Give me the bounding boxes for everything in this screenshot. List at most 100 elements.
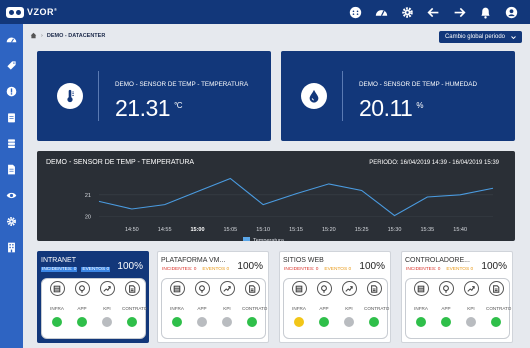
status-dot	[369, 317, 379, 327]
module-label: KPI	[103, 306, 111, 311]
incidents-count[interactable]: INCIDENTES: 0	[41, 267, 78, 272]
module-kpi[interactable]: KPI	[217, 281, 237, 327]
back-arrow-icon[interactable]	[420, 0, 446, 24]
service-percentage: 100%	[237, 261, 263, 272]
status-dot	[77, 317, 87, 327]
service-counts: INCIDENTES: 0 EVENTOS 0	[161, 267, 230, 272]
tag-icon[interactable]	[0, 52, 23, 78]
status-dot	[102, 317, 112, 327]
speedometer-icon[interactable]	[0, 26, 23, 52]
service-name: PLATAFORMA VM...	[161, 257, 226, 264]
x-tick-label: 14:50	[125, 227, 139, 233]
modules-panel: INFRA APP KPI CONTRATO	[161, 278, 267, 339]
module-infra[interactable]: INFRA	[47, 281, 67, 327]
legend-label[interactable]: Temperatura	[253, 238, 285, 241]
temperature-chart-panel: DEMO - SENSOR DE TEMP - TEMPERATURA PERI…	[37, 151, 515, 241]
events-count[interactable]: EVENTOS 0	[445, 267, 474, 272]
eye-icon[interactable]	[0, 182, 23, 208]
bell-icon[interactable]	[472, 0, 498, 24]
service-card[interactable]: PLATAFORMA VM... 100% INCIDENTES: 0 EVEN…	[157, 251, 269, 343]
service-card[interactable]: CONTROLADORE... 100% INCIDENTES: 0 EVENT…	[401, 251, 513, 343]
gear-icon[interactable]	[0, 208, 23, 234]
status-dot	[127, 317, 137, 327]
forward-arrow-icon[interactable]	[446, 0, 472, 24]
temperature-line-chart[interactable]: 20 21 14:50 14:55 15:00 15:05 15:10 15:15 15:20 1…	[37, 151, 515, 241]
status-dot	[172, 317, 182, 327]
gear-icon[interactable]	[394, 0, 420, 24]
module-kpi[interactable]: KPI	[339, 281, 359, 327]
service-name: SITIOS WEB	[283, 257, 324, 264]
module-label: APP	[197, 306, 207, 311]
modules-panel: INFRA APP KPI CONTRATO	[405, 278, 511, 339]
service-card[interactable]: SITIOS WEB 100% INCIDENTES: 0 EVENTOS 0 …	[279, 251, 391, 343]
module-app[interactable]: APP	[72, 281, 92, 327]
module-label: INFRA	[414, 306, 428, 311]
module-app[interactable]: APP	[192, 281, 212, 327]
module-app[interactable]: APP	[314, 281, 334, 327]
events-count[interactable]: EVENTOS 0	[81, 267, 111, 272]
alert-icon[interactable]	[0, 78, 23, 104]
database-icon[interactable]	[0, 130, 23, 156]
breadcrumb: › DEMO - DATACENTER	[30, 32, 105, 39]
module-label: INFRA	[292, 306, 306, 311]
y-tick-label: 21	[85, 193, 91, 199]
x-tick-label: 15:40	[453, 227, 467, 233]
incidents-count[interactable]: INCIDENTES: 0	[283, 267, 319, 272]
kpi-value: 21.31 °C	[115, 95, 183, 121]
x-tick-label: 15:35	[420, 227, 434, 233]
brand-name: VZOR®	[27, 7, 58, 17]
water-drop-icon	[301, 83, 327, 109]
events-count[interactable]: EVENTOS 0	[201, 267, 230, 272]
building-icon[interactable]	[0, 234, 23, 260]
module-label: INFRA	[170, 306, 184, 311]
module-kpi[interactable]: KPI	[97, 281, 117, 327]
bulb-icon	[74, 281, 90, 296]
home-icon[interactable]	[30, 32, 37, 39]
status-dot	[294, 317, 304, 327]
thermometer-icon	[57, 83, 83, 109]
service-counts: INCIDENTES: 0 EVENTOS 0	[405, 267, 474, 272]
global-period-button[interactable]: Cambio global periodo	[438, 31, 522, 43]
module-infra[interactable]: INFRA	[289, 281, 309, 327]
module-app[interactable]: APP	[436, 281, 456, 327]
x-tick-label: 15:25	[355, 227, 369, 233]
server-icon	[291, 281, 307, 296]
user-icon[interactable]	[498, 0, 524, 24]
status-dot	[52, 317, 62, 327]
service-counts: INCIDENTES: 0 EVENTOS 0	[41, 267, 111, 272]
legend-swatch[interactable]	[243, 237, 250, 241]
module-label: CONTRATO	[364, 306, 390, 311]
x-tick-label: 14:55	[158, 227, 172, 233]
series-line-temperatura[interactable]	[98, 177, 494, 217]
module-label: APP	[77, 306, 87, 311]
module-contrato[interactable]: CONTRATO	[122, 281, 147, 327]
vzor-logo[interactable]: VZOR®	[6, 6, 58, 18]
humidity-kpi-card[interactable]: DEMO - SENSOR DE TEMP - HUMEDAD 20.11%	[281, 51, 515, 141]
clipboard-icon[interactable]	[0, 104, 23, 130]
kpi-title: DEMO - SENSOR DE TEMP - TEMPERATURA	[115, 81, 249, 88]
x-tick-label: 15:30	[388, 227, 402, 233]
face-icon[interactable]	[342, 0, 368, 24]
module-infra[interactable]: INFRA	[411, 281, 431, 327]
incidents-count[interactable]: INCIDENTES: 0	[405, 267, 441, 272]
module-contrato[interactable]: CONTRATO	[242, 281, 267, 327]
module-contrato[interactable]: CONTRATO	[486, 281, 511, 327]
events-count[interactable]: EVENTOS 0	[323, 267, 352, 272]
file-icon[interactable]	[0, 156, 23, 182]
dashboard-gauge-icon[interactable]	[368, 0, 394, 24]
x-tick-label: 15:00	[190, 227, 204, 233]
breadcrumb-current[interactable]: DEMO - DATACENTER	[47, 33, 105, 39]
sidebar	[0, 24, 23, 348]
service-percentage: 100%	[117, 261, 143, 272]
bulb-icon	[194, 281, 210, 296]
module-infra[interactable]: INFRA	[167, 281, 187, 327]
module-kpi[interactable]: KPI	[461, 281, 481, 327]
service-card[interactable]: INTRANET 100% INCIDENTES: 0 EVENTOS 0 IN…	[37, 251, 149, 343]
status-dot	[247, 317, 257, 327]
x-tick-label: 15:05	[223, 227, 237, 233]
status-dot	[416, 317, 426, 327]
incidents-count[interactable]: INCIDENTES: 0	[161, 267, 197, 272]
temperature-kpi-card[interactable]: DEMO - SENSOR DE TEMP - TEMPERATURA 21.3…	[37, 51, 271, 141]
document-icon	[124, 281, 140, 296]
module-contrato[interactable]: CONTRATO	[364, 281, 390, 327]
